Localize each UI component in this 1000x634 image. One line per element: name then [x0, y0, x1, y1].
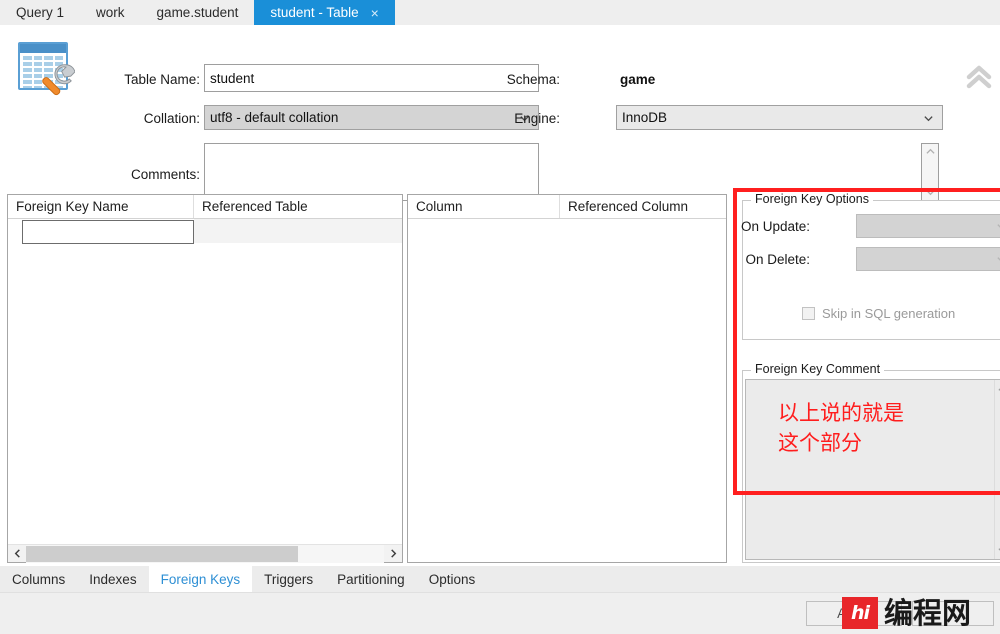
tab-label: game.student	[156, 5, 239, 20]
foreign-key-options-title: Foreign Key Options	[751, 192, 873, 206]
tab-partitioning[interactable]: Partitioning	[325, 566, 417, 592]
schema-label: Schema:	[506, 72, 560, 87]
table-grid-titlebar	[20, 44, 66, 53]
engine-select[interactable]: InnoDB	[616, 105, 943, 130]
on-update-label: On Update:	[740, 219, 810, 234]
on-delete-label: On Delete:	[745, 252, 810, 267]
tab-work[interactable]: work	[80, 0, 141, 25]
tab-label: Query 1	[16, 5, 65, 20]
schema-value: game	[620, 72, 656, 87]
on-update-select[interactable]	[856, 214, 1000, 238]
on-delete-select[interactable]	[856, 247, 1000, 271]
engine-value: InnoDB	[622, 110, 668, 125]
column-header-column[interactable]: Column	[408, 195, 560, 218]
tab-label: Indexes	[89, 571, 137, 587]
table-editor-icon	[14, 38, 76, 100]
column-header-foreign-key-name[interactable]: Foreign Key Name	[8, 195, 194, 218]
comments-textarea[interactable]	[204, 143, 539, 201]
horizontal-scroll-thumb[interactable]	[26, 545, 298, 562]
mysql-workbench-table-editor: Query 1 work game.student student - Tabl…	[0, 0, 1000, 634]
engine-label: Engine:	[514, 111, 560, 126]
comments-label: Comments:	[130, 167, 200, 182]
comment-scrollbar[interactable]	[994, 380, 1000, 559]
comments-scrollbar[interactable]	[921, 143, 939, 201]
annotation-text: 以上说的就是 这个部分	[778, 398, 904, 458]
column-header-referenced-column[interactable]: Referenced Column	[560, 195, 726, 218]
tab-triggers[interactable]: Triggers	[252, 566, 325, 592]
columns-list-header: Column Referenced Column	[408, 195, 726, 219]
site-watermark: hi 编程网	[842, 597, 971, 629]
skip-sql-generation-checkbox[interactable]	[802, 307, 815, 320]
skip-sql-generation-row[interactable]: Skip in SQL generation	[802, 306, 955, 321]
tab-strip-filler	[394, 0, 1000, 25]
comments-scrollbar-track[interactable]	[922, 144, 938, 200]
foreign-key-comment-title: Foreign Key Comment	[751, 362, 885, 376]
editor-section-tabs: Columns Indexes Foreign Keys Triggers Pa…	[0, 566, 1000, 592]
cell-referenced-table[interactable]	[194, 219, 402, 243]
foreign-key-comment-textarea[interactable]: 以上说的就是 这个部分	[745, 379, 1000, 560]
foreign-keys-list-header: Foreign Key Name Referenced Table	[8, 195, 402, 219]
horizontal-scroll-track[interactable]	[26, 544, 384, 563]
foreign-key-name-input[interactable]	[22, 220, 194, 244]
editor-tab-strip: Query 1 work game.student student - Tabl…	[0, 0, 1000, 26]
tab-game-student[interactable]: game.student	[140, 0, 255, 25]
comments-text[interactable]	[205, 144, 538, 200]
watermark-text: 编程网	[884, 595, 972, 630]
tab-query-1[interactable]: Query 1	[0, 0, 81, 25]
tab-label: student - Table	[270, 5, 359, 20]
tab-label: work	[96, 5, 125, 20]
table-row[interactable]	[8, 219, 402, 244]
foreign-keys-list-body[interactable]	[8, 219, 402, 244]
annotation-line-1: 以上说的就是	[778, 401, 904, 425]
column-header-referenced-table[interactable]: Referenced Table	[194, 195, 402, 218]
collation-label: Collation:	[143, 111, 200, 126]
watermark-logo-icon: hi	[842, 597, 878, 629]
foreign-keys-horizontal-scrollbar[interactable]	[8, 544, 402, 563]
tab-columns[interactable]: Columns	[0, 566, 77, 592]
tab-label: Options	[428, 571, 476, 587]
tab-label: Foreign Keys	[160, 571, 241, 587]
chevron-down-icon[interactable]	[925, 188, 936, 197]
close-icon[interactable]: ×	[371, 6, 379, 20]
tab-foreign-keys[interactable]: Foreign Keys	[148, 566, 253, 592]
table-name-input[interactable]	[204, 64, 539, 92]
skip-sql-generation-label: Skip in SQL generation	[822, 306, 956, 321]
chevron-up-icon[interactable]	[925, 147, 936, 156]
tab-options[interactable]: Options	[417, 566, 488, 592]
collapse-panel-button[interactable]	[963, 63, 995, 91]
tab-label: Partitioning	[337, 571, 405, 587]
foreign-key-comment-text[interactable]: 以上说的就是 这个部分	[746, 380, 994, 559]
tab-label: Triggers	[264, 571, 314, 587]
tab-label: Columns	[12, 571, 66, 587]
collation-value: utf8 - default collation	[210, 110, 339, 125]
cell-foreign-key-name[interactable]	[8, 219, 194, 244]
collation-select[interactable]: utf8 - default collation	[204, 105, 539, 130]
tab-student-table[interactable]: student - Table ×	[254, 0, 395, 25]
chevron-down-icon	[924, 115, 933, 121]
columns-mapping-panel[interactable]: Column Referenced Column	[407, 194, 727, 563]
table-properties-form: Table Name: Collation: utf8 - default co…	[0, 25, 1000, 201]
scroll-left-icon[interactable]	[8, 545, 26, 563]
foreign-keys-list-panel[interactable]: Foreign Key Name Referenced Table	[7, 194, 403, 563]
chevron-double-up-icon[interactable]	[963, 63, 995, 91]
scroll-right-icon[interactable]	[384, 545, 402, 563]
chevron-down-icon	[997, 257, 1000, 261]
annotation-line-2: 这个部分	[778, 431, 862, 455]
chevron-down-icon	[997, 224, 1000, 228]
table-name-label: Table Name:	[124, 72, 200, 87]
tab-indexes[interactable]: Indexes	[77, 566, 148, 592]
